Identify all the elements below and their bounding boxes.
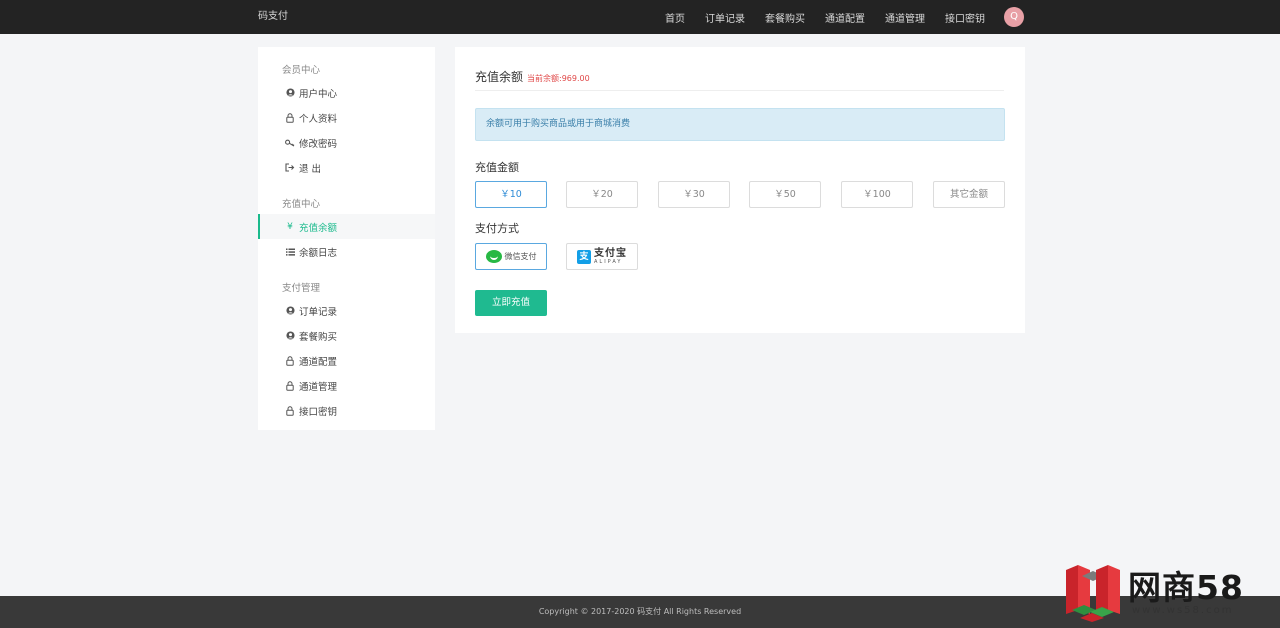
sidebar-item-label: 用户中心 — [299, 88, 338, 100]
list-icon — [284, 248, 296, 256]
current-balance: 当前余额:969.00 — [527, 74, 590, 83]
site-watermark: 网商58 www.ws58.com — [1062, 560, 1272, 622]
page-title-text: 充值余额 — [475, 70, 524, 84]
wechat-pay-icon — [485, 250, 502, 263]
alipay-icon: 支 — [577, 249, 591, 264]
sidebar-item-recharge-balance[interactable]: ¥ 充值余额 — [258, 214, 435, 239]
payment-option-wechat[interactable]: 微信支付 — [475, 243, 547, 270]
sidebar-group-recharge: 充值中心 — [282, 199, 321, 210]
key-icon — [284, 139, 296, 147]
nav-channel-config[interactable]: 通道配置 — [825, 10, 865, 25]
sidebar-item-label: 订单记录 — [299, 306, 338, 318]
sidebar-item-label: 个人资料 — [299, 113, 338, 125]
brand-logo[interactable]: 码支付 — [258, 0, 288, 34]
watermark-text: 网商58 — [1128, 568, 1244, 607]
sidebar-item-channel-manage[interactable]: 通道管理 — [258, 373, 435, 398]
top-nav: 首页 订单记录 套餐购买 通道配置 通道管理 接口密钥 — [645, 0, 985, 34]
sidebar-group-member: 会员中心 — [282, 65, 321, 76]
recharge-card: 充值余额 当前余额:969.00 余额可用于购买商品或用于商城消费 充值金额 ￥1… — [455, 47, 1025, 333]
user-circle-icon — [284, 88, 296, 97]
sidebar-item-label: 套餐购买 — [299, 331, 338, 343]
amount-option-50[interactable]: ￥50 — [749, 181, 821, 208]
sidebar-item-label: 通道配置 — [299, 356, 338, 368]
alipay-label-cn: 支付宝 — [594, 247, 627, 259]
amount-label: 充值金额 — [475, 161, 519, 174]
sidebar-item-label: 修改密码 — [299, 138, 338, 150]
sidebar-item-label: 接口密钥 — [299, 406, 338, 418]
wechat-pay-label: 微信支付 — [504, 252, 537, 261]
nav-api-key[interactable]: 接口密钥 — [945, 10, 985, 25]
amount-option-10[interactable]: ￥10 — [475, 181, 547, 208]
page-title: 充值余额 当前余额:969.00 — [475, 68, 590, 85]
sidebar-item-profile[interactable]: 个人资料 — [258, 105, 435, 130]
lock-icon — [284, 112, 296, 123]
alipay-label-en: ALIPAY — [594, 258, 623, 265]
payment-label: 支付方式 — [475, 222, 519, 235]
lock-icon — [284, 355, 296, 366]
nav-packages[interactable]: 套餐购买 — [765, 10, 805, 25]
nav-channel-manage[interactable]: 通道管理 — [885, 10, 925, 25]
sidebar-item-api-key[interactable]: 接口密钥 — [258, 398, 435, 423]
lock-icon — [284, 405, 296, 416]
user-circle-icon — [284, 331, 296, 340]
watermark-cube-logo — [1066, 565, 1120, 622]
sidebar-item-label: 余额日志 — [299, 247, 338, 259]
alipay-wordmark: 支付宝 ALIPAY — [594, 247, 627, 265]
sidebar-item-balance-log[interactable]: 余额日志 — [258, 239, 435, 264]
user-circle-icon — [284, 306, 296, 315]
sign-out-icon — [284, 163, 296, 172]
watermark-url: www.ws58.com — [1132, 605, 1234, 616]
sidebar-item-label: 退 出 — [299, 163, 322, 175]
info-notice: 余额可用于购买商品或用于商城消费 — [475, 108, 1005, 141]
amount-option-30[interactable]: ￥30 — [658, 181, 730, 208]
top-nav-bar: 码支付 首页 订单记录 套餐购买 通道配置 通道管理 接口密钥 Q — [0, 0, 1280, 34]
sidebar-item-channel-config[interactable]: 通道配置 — [258, 348, 435, 373]
payment-option-alipay[interactable]: 支 支付宝 ALIPAY — [566, 243, 638, 270]
sidebar-item-logout[interactable]: 退 出 — [258, 155, 435, 180]
user-avatar[interactable]: Q — [1004, 7, 1024, 27]
sidebar-item-change-password[interactable]: 修改密码 — [258, 130, 435, 155]
amount-option-other[interactable]: 其它金额 — [933, 181, 1005, 208]
lock-icon — [284, 380, 296, 391]
sidebar: 会员中心 用户中心 个人资料 修改密码 退 出 充值中心 ¥ 充值余额 余额日志… — [258, 47, 435, 430]
sidebar-item-orders[interactable]: 订单记录 — [258, 298, 435, 323]
nav-home[interactable]: 首页 — [665, 10, 685, 25]
title-divider — [475, 90, 1004, 91]
amount-option-20[interactable]: ￥20 — [566, 181, 638, 208]
yen-icon: ¥ — [287, 221, 293, 232]
sidebar-item-packages[interactable]: 套餐购买 — [258, 323, 435, 348]
sidebar-item-label: 充值余额 — [299, 222, 338, 234]
sidebar-group-payment: 支付管理 — [282, 283, 321, 294]
recharge-now-button[interactable]: 立即充值 — [475, 290, 547, 316]
nav-orders[interactable]: 订单记录 — [705, 10, 745, 25]
sidebar-item-user-center[interactable]: 用户中心 — [258, 80, 435, 105]
amount-option-100[interactable]: ￥100 — [841, 181, 913, 208]
sidebar-item-label: 通道管理 — [299, 381, 338, 393]
